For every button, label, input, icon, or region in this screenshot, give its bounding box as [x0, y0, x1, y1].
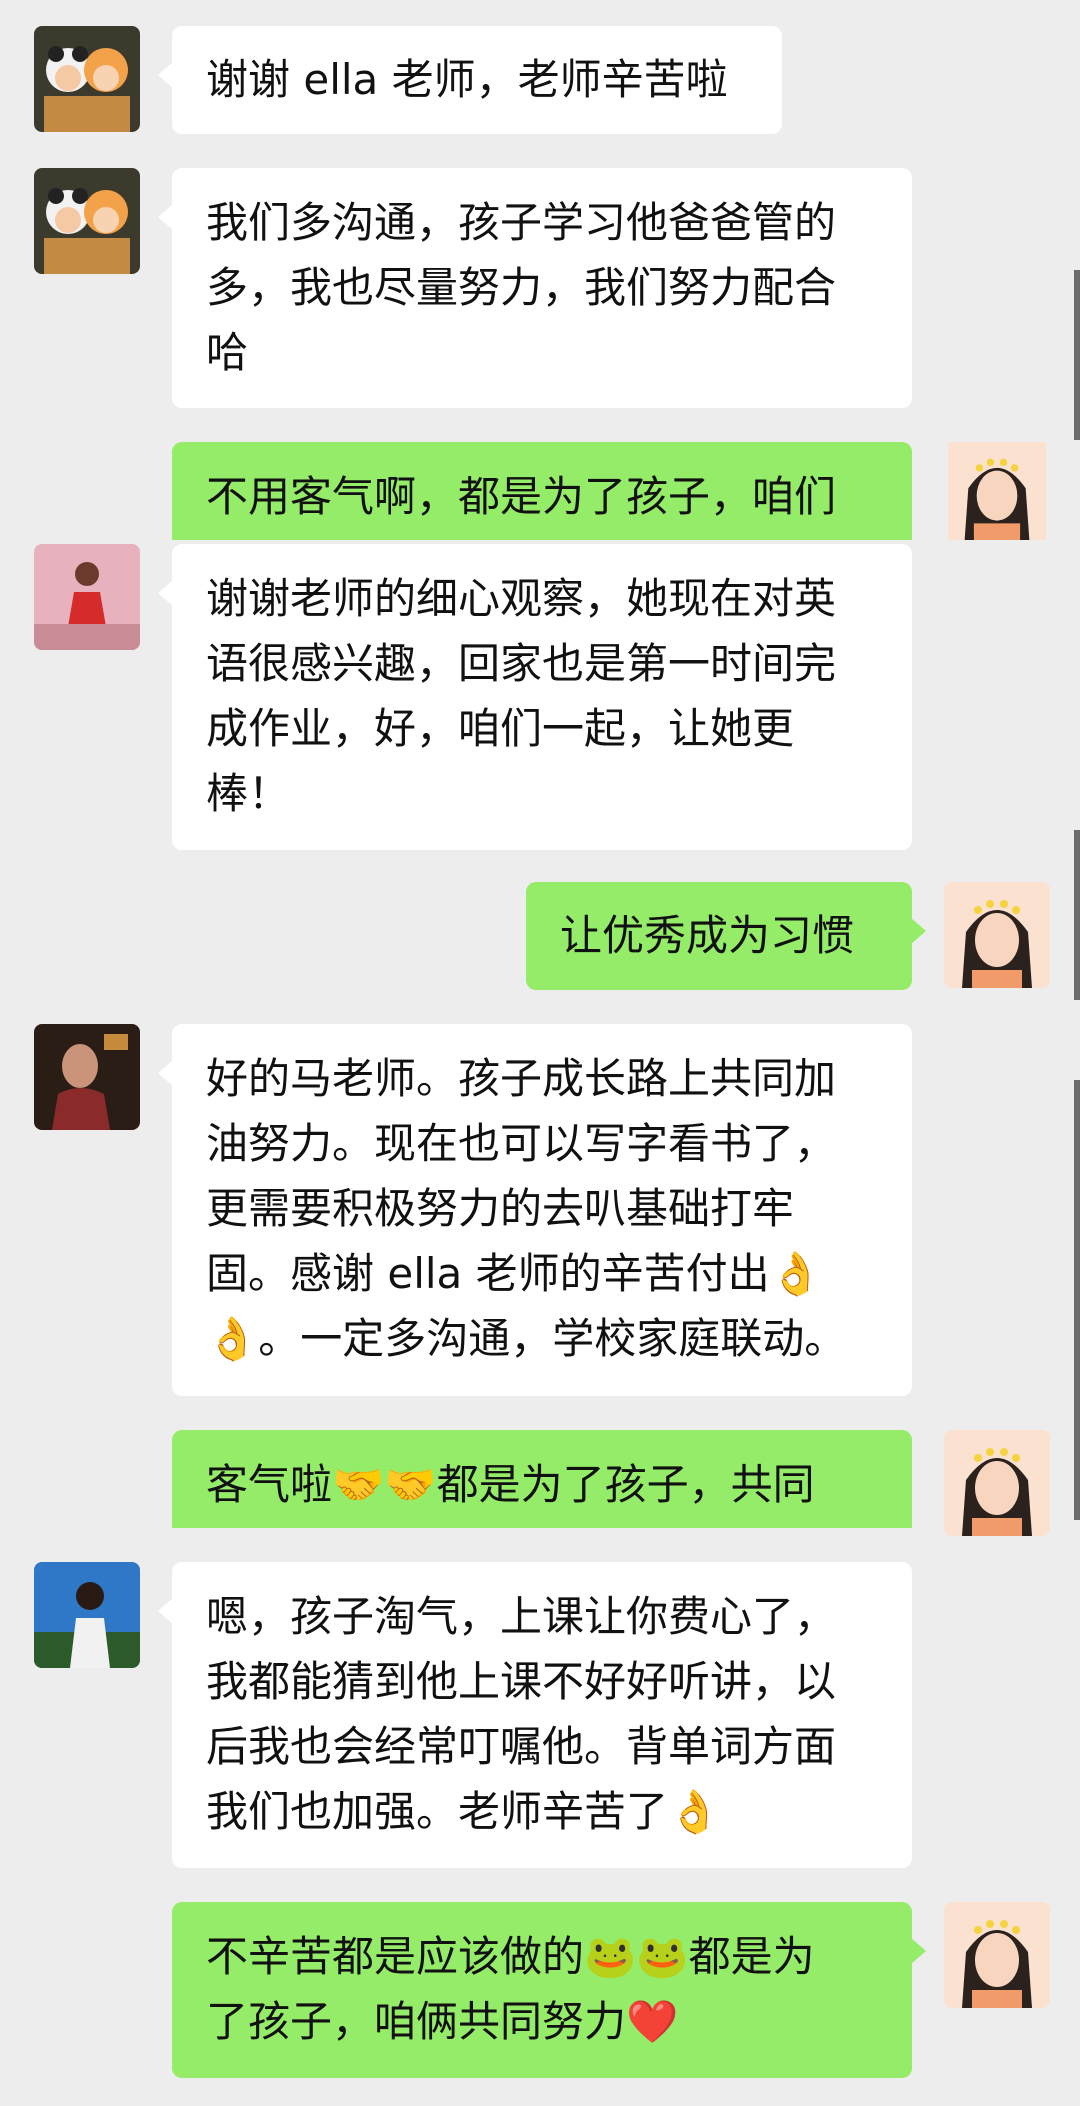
message-bubble[interactable]: 让优秀成为习惯: [526, 882, 926, 990]
avatar-teacher-icon: [944, 1902, 1050, 2008]
avatar-girl-red-icon: [34, 544, 140, 650]
avatar[interactable]: [34, 1024, 140, 1130]
avatar-woman-sky-icon: [34, 1562, 140, 1668]
avatar[interactable]: [944, 882, 1050, 988]
message-bubble[interactable]: 谢谢 ella 老师，老师辛苦啦: [158, 26, 782, 134]
avatar[interactable]: [944, 442, 1050, 540]
scroll-indicator[interactable]: [1074, 270, 1080, 440]
avatar[interactable]: [34, 1562, 140, 1668]
message-bubble[interactable]: 好的马老师。孩子成长路上共同加 油努力。现在也可以写字看书了， 更需要积极努力的…: [158, 1024, 912, 1396]
avatar[interactable]: [34, 544, 140, 650]
avatar-teacher-icon: [944, 882, 1050, 988]
avatar[interactable]: [34, 168, 140, 274]
message-bubble[interactable]: 不辛苦都是应该做的🐸🐸都是为 了孩子，咱俩共同努力❤️: [172, 1902, 926, 2078]
avatar-panda-dolls-icon: [34, 26, 140, 132]
message-bubble[interactable]: 不用客气啊，都是为了孩子，咱们: [172, 442, 912, 540]
message-bubble[interactable]: 谢谢老师的细心观察，她现在对英 语很感兴趣，回家也是第一时间完 成作业，好，咱们…: [158, 544, 912, 850]
avatar[interactable]: [34, 26, 140, 132]
message-bubble[interactable]: 客气啦🤝🤝都是为了孩子，共同: [172, 1430, 912, 1528]
avatar[interactable]: [944, 1430, 1050, 1536]
avatar-teacher-icon: [944, 1430, 1050, 1536]
avatar-teacher-icon: [948, 442, 1046, 540]
scroll-indicator[interactable]: [1074, 830, 1080, 1000]
message-bubble[interactable]: 我们多沟通，孩子学习他爸爸管的 多，我也尽量努力，我们努力配合 哈: [158, 168, 912, 408]
message-bubble[interactable]: 嗯，孩子淘气，上课让你费心了， 我都能猜到他上课不好好听讲，以 后我也会经常叮嘱…: [158, 1562, 912, 1868]
scroll-indicator[interactable]: [1074, 1080, 1080, 1520]
avatar[interactable]: [944, 1902, 1050, 2008]
avatar-man-dark-icon: [34, 1024, 140, 1130]
avatar-panda-dolls-icon: [34, 168, 140, 274]
